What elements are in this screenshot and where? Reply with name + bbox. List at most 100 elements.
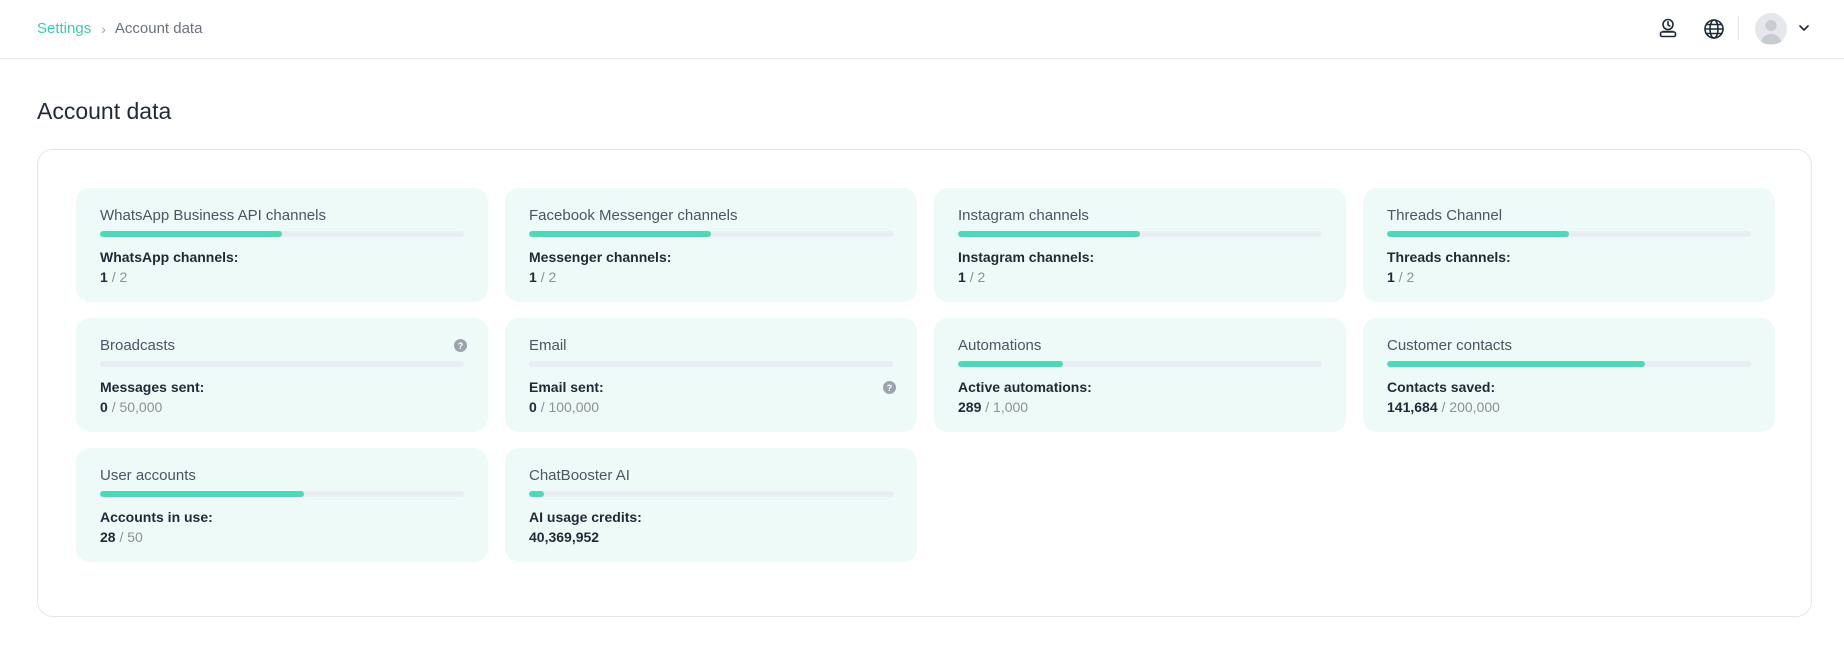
usage-progress-fill	[1387, 231, 1569, 237]
metric-used: 1	[529, 269, 537, 285]
metric-label: Email sent:	[529, 379, 604, 395]
account-data-panel: WhatsApp Business API channels WhatsApp c…	[37, 149, 1812, 617]
page-title: Account data	[37, 98, 172, 124]
card-title: Instagram channels	[958, 207, 1089, 224]
metric-value: 1 / 2	[958, 269, 985, 285]
usage-progress-bar	[100, 491, 464, 497]
metric-limit: 200,000	[1449, 399, 1500, 415]
metric-separator: /	[119, 529, 124, 545]
metric-value: 141,684 / 200,000	[1387, 399, 1500, 415]
usage-progress-bar	[958, 361, 1322, 367]
card-title: WhatsApp Business API channels	[100, 207, 326, 224]
usage-progress-fill	[958, 231, 1140, 237]
metric-value: 1 / 2	[1387, 269, 1414, 285]
usage-card: Broadcasts Messages sent: 0 / 50,000?	[76, 318, 488, 432]
metric-used: 1	[1387, 269, 1395, 285]
metric-label: Messages sent:	[100, 379, 205, 395]
metric-limit: 2	[548, 269, 557, 285]
usage-progress-bar	[100, 231, 464, 237]
usage-card: Customer contacts Contacts saved: 141,684 …	[1363, 318, 1775, 432]
usage-card: User accounts Accounts in use: 28 / 50	[76, 448, 488, 562]
metric-value: 1 / 2	[529, 269, 556, 285]
usage-card: Automations Active automations: 289 / 1,00…	[934, 318, 1346, 432]
card-title: Automations	[958, 337, 1042, 354]
metric-separator: /	[540, 399, 545, 415]
usage-card: WhatsApp Business API channels WhatsApp c…	[76, 188, 488, 302]
metric-limit: 2	[119, 269, 128, 285]
card-title: Facebook Messenger channels	[529, 207, 738, 224]
usage-progress-bar	[958, 231, 1322, 237]
user-silhouette-icon	[1760, 20, 1782, 44]
metric-label: AI usage credits:	[529, 509, 642, 525]
usage-card: Instagram channels Instagram channels: 1 /…	[934, 188, 1346, 302]
metric-used: 1	[958, 269, 966, 285]
metric-used: 289	[958, 399, 982, 415]
usage-progress-fill	[958, 361, 1064, 367]
top-bar: Settings › Account data	[0, 0, 1844, 59]
stamp-icon	[1659, 18, 1677, 38]
metric-used: 0	[529, 399, 537, 415]
usage-progress-bar	[1387, 361, 1751, 367]
metric-limit: 50	[127, 529, 143, 545]
card-title: User accounts	[100, 467, 196, 484]
metric-label: Active automations:	[958, 379, 1092, 395]
breadcrumb: Settings › Account data	[37, 20, 202, 37]
metric-limit: 1,000	[993, 399, 1029, 415]
stamp-button[interactable]	[1654, 15, 1682, 43]
breadcrumb-separator-icon: ›	[101, 20, 106, 37]
usage-progress-bar	[1387, 231, 1751, 237]
metric-used: 1	[100, 269, 108, 285]
metric-separator: /	[1398, 269, 1403, 285]
breadcrumb-settings-link[interactable]: Settings	[37, 20, 91, 37]
metric-used: 0	[100, 399, 108, 415]
metric-value: 1 / 2	[100, 269, 127, 285]
usage-progress-fill	[1387, 361, 1645, 367]
metric-value: 28 / 50	[100, 529, 143, 545]
usage-card: Threads Channel Threads channels: 1 / 2	[1363, 188, 1775, 302]
metric-separator: /	[985, 399, 990, 415]
usage-progress-bar	[100, 361, 464, 367]
chevron-down-icon[interactable]	[1796, 20, 1812, 36]
usage-card: ChatBooster AI AI usage credits: 40,369,95…	[505, 448, 917, 562]
usage-progress-fill	[529, 491, 544, 497]
metric-separator: /	[111, 399, 116, 415]
globe-icon	[1704, 19, 1724, 39]
metric-value: 0 / 100,000	[529, 399, 599, 415]
card-title: Threads Channel	[1387, 207, 1503, 224]
metric-used: 28	[100, 529, 116, 545]
usage-progress-bar	[529, 491, 893, 497]
metric-used: 141,684	[1387, 399, 1438, 415]
header-divider	[1738, 16, 1739, 40]
metric-label: WhatsApp channels:	[100, 249, 239, 265]
metric-limit: 2	[1406, 269, 1415, 285]
metric-limit: 50,000	[119, 399, 163, 415]
card-title: ChatBooster AI	[529, 467, 630, 484]
card-title: Broadcasts	[100, 337, 176, 354]
metric-separator: /	[540, 269, 545, 285]
avatar[interactable]	[1755, 13, 1787, 45]
metric-value: 40,369,952	[529, 529, 599, 545]
metric-value: 0 / 50,000	[100, 399, 162, 415]
usage-progress-fill	[100, 491, 304, 497]
metric-label: Instagram channels:	[958, 249, 1095, 265]
metric-used: 40,369,952	[529, 529, 600, 545]
metric-separator: /	[111, 269, 116, 285]
help-icon[interactable]: ?	[454, 339, 467, 352]
metric-label: Threads channels:	[1387, 249, 1511, 265]
card-title: Customer contacts	[1387, 337, 1513, 354]
usage-progress-fill	[529, 231, 711, 237]
metric-limit: 100,000	[548, 399, 600, 415]
language-button[interactable]	[1700, 15, 1728, 43]
breadcrumb-current: Account data	[114, 20, 203, 37]
metric-separator: /	[1441, 399, 1446, 415]
metric-separator: /	[969, 269, 974, 285]
usage-progress-bar	[529, 361, 893, 367]
metric-limit: 2	[977, 269, 986, 285]
metric-label: Contacts saved:	[1387, 379, 1496, 395]
metric-label: Messenger channels:	[529, 249, 672, 265]
usage-progress-bar	[529, 231, 893, 237]
usage-card: Email Email sent: 0 / 100,000?	[505, 318, 917, 432]
usage-card: Facebook Messenger channels Messenger cha…	[505, 188, 917, 302]
usage-progress-fill	[100, 231, 282, 237]
help-icon[interactable]: ?	[883, 381, 896, 394]
